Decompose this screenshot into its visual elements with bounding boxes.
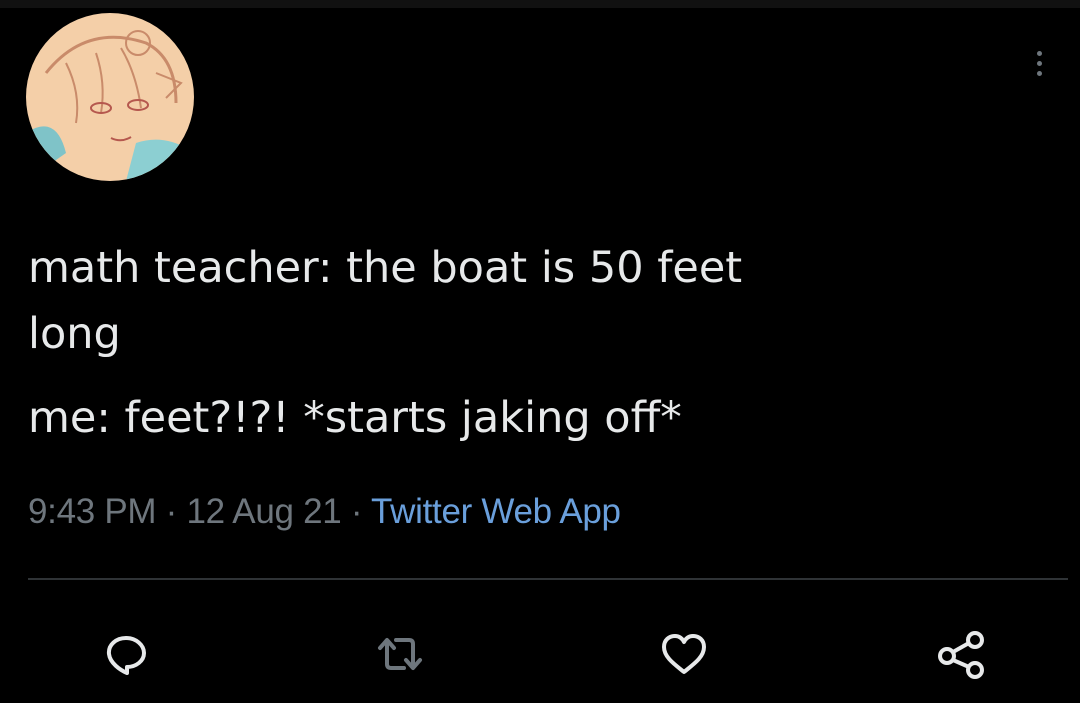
top-strip <box>0 0 1080 8</box>
share-button[interactable] <box>934 626 990 682</box>
reply-icon <box>106 636 146 675</box>
more-dot-icon <box>1036 70 1042 76</box>
meta-separator: · <box>156 492 187 531</box>
like-icon <box>662 634 706 674</box>
more-dot-icon <box>1036 50 1042 56</box>
like-button[interactable] <box>656 626 712 682</box>
divider <box>28 578 1068 580</box>
avatar[interactable] <box>26 13 194 181</box>
retweet-icon <box>378 638 422 670</box>
tweet-text: math teacher: the boat is 50 feet long m… <box>28 226 1048 460</box>
avatar-image <box>26 13 194 181</box>
reply-button[interactable] <box>98 626 154 682</box>
retweet-button[interactable] <box>372 626 428 682</box>
more-options-button[interactable] <box>1024 42 1054 84</box>
tweet-metadata: 9:43 PM · 12 Aug 21 · Twitter Web App <box>28 492 621 532</box>
tweet-time[interactable]: 9:43 PM <box>28 492 157 531</box>
more-dot-icon <box>1036 60 1042 66</box>
tweet-source-link[interactable]: Twitter Web App <box>371 492 621 531</box>
share-icon <box>938 631 984 679</box>
meta-separator: · <box>341 492 372 531</box>
tweet-date[interactable]: 12 Aug 21 <box>186 492 341 531</box>
tweet-text-line: me: feet?!?! *starts jaking off* <box>28 393 682 443</box>
